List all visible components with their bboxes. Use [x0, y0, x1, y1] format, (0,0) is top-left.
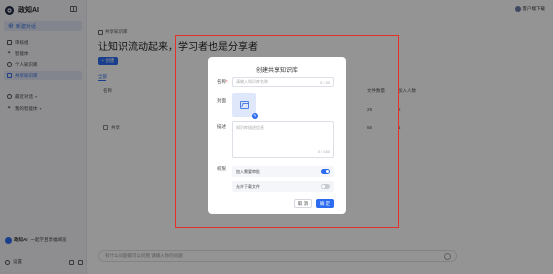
name-label-text: 名称 — [217, 79, 226, 84]
kb-description-input[interactable]: 知识库描述信息 0 / 150 — [232, 121, 334, 158]
perm-label: 权限 — [217, 166, 226, 171]
kb-name-input[interactable]: 请输入知识库名称 0 / 30 — [232, 77, 334, 87]
image-icon — [239, 101, 249, 109]
edit-icon[interactable]: ✎ — [252, 113, 258, 119]
perm-download-label: 允许下载文件 — [236, 183, 260, 189]
name-placeholder: 请输入知识库名称 — [236, 79, 268, 84]
cancel-button[interactable]: 取 消 — [294, 199, 312, 208]
permission-group: 加入需要审批 允许下载文件 — [232, 164, 334, 194]
name-char-count: 0 / 30 — [319, 79, 330, 85]
perm-approve-row: 加入需要审批 — [232, 166, 334, 177]
desc-placeholder: 知识库描述信息 — [236, 125, 264, 130]
cover-upload[interactable]: ✎ — [232, 93, 258, 119]
dialog-title: 创建共享知识库 — [255, 68, 298, 74]
name-label: 名称* — [217, 79, 228, 85]
cover-label: 封面 — [217, 98, 226, 103]
desc-char-count: 0 / 150 — [317, 149, 330, 154]
toggle-knob — [326, 170, 329, 173]
perm-approve-label: 加入需要审批 — [236, 168, 260, 174]
approve-toggle[interactable] — [321, 169, 330, 174]
required-mark: * — [226, 79, 228, 84]
perm-download-row: 允许下载文件 — [232, 181, 334, 192]
confirm-button[interactable]: 确 定 — [316, 199, 334, 208]
toggle-knob — [322, 185, 325, 188]
download-toggle[interactable] — [321, 184, 330, 189]
desc-label: 描述 — [217, 124, 226, 129]
